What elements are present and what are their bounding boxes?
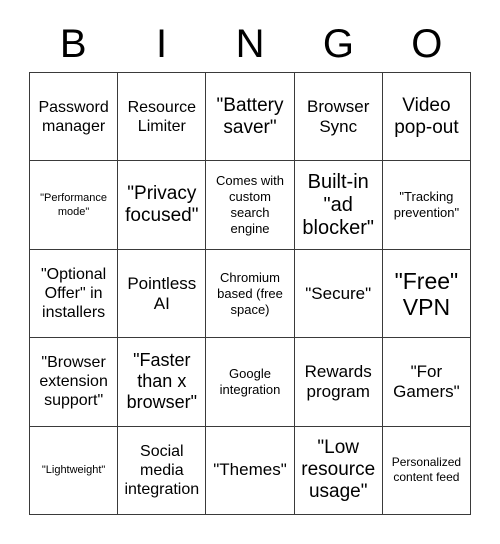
bingo-cell-text: "Performance mode" <box>40 192 108 219</box>
bingo-cell-text: Google integration <box>219 365 281 397</box>
bingo-cell[interactable]: Personalized content feed <box>382 426 472 516</box>
bingo-cell[interactable]: Password manager <box>30 73 119 162</box>
bingo-grid: Password manager Resource Limiter "Batte… <box>29 72 472 516</box>
bingo-cell[interactable]: "For Gamers" <box>382 338 472 427</box>
bingo-cell[interactable]: "Low resource usage" <box>294 426 383 516</box>
bingo-cell-text: "Tracking prevention" <box>393 189 460 221</box>
bingo-cell[interactable]: "Free" VPN <box>382 249 472 339</box>
bingo-cell[interactable]: "Themes" <box>206 426 295 516</box>
bingo-row: "Optional Offer" in installers Pointless… <box>30 249 472 339</box>
bingo-cell-text: Rewards program <box>304 361 372 401</box>
bingo-row: "Performance mode" "Privacy focused" Com… <box>30 161 472 250</box>
bingo-cell[interactable]: Comes with custom search engine <box>206 161 295 250</box>
bingo-cell-text: "Browser extension support" <box>39 354 108 410</box>
header-letter-text: B <box>59 22 87 66</box>
bingo-cell[interactable]: Chromium based (free space) <box>206 249 295 339</box>
header-letter-text: G <box>322 22 354 66</box>
header-letter-text: N <box>235 22 265 66</box>
bingo-cell-text: "Privacy focused" <box>125 183 199 227</box>
bingo-cell[interactable]: Rewards program <box>294 338 383 427</box>
bingo-cell-text: Browser Sync <box>307 96 370 136</box>
bingo-cell-text: Social media integration <box>124 442 200 498</box>
bingo-cell[interactable]: Pointless AI <box>118 249 207 339</box>
header-letter-text: I <box>156 22 168 66</box>
bingo-row: "Lightweight" Social media integration "… <box>30 426 472 516</box>
bingo-cell-text: "Lightweight" <box>41 464 106 477</box>
bingo-cell-text: Password manager <box>38 98 109 135</box>
bingo-cell[interactable]: "Performance mode" <box>30 161 119 250</box>
bingo-card: B I N G O Password manager Resource Limi… <box>0 0 500 544</box>
bingo-header-letter-n: N <box>206 16 294 72</box>
bingo-cell-text: Pointless AI <box>127 273 197 313</box>
bingo-cell[interactable]: "Lightweight" <box>30 426 119 516</box>
bingo-cell[interactable]: "Browser extension support" <box>30 338 119 427</box>
bingo-cell-text: "Secure" <box>305 283 372 303</box>
bingo-header-letter-g: G <box>294 16 382 72</box>
bingo-cell[interactable]: Google integration <box>206 338 295 427</box>
bingo-cell-text: Video pop-out <box>394 94 459 138</box>
bingo-cell-text: "Free" VPN <box>394 267 459 320</box>
bingo-cell-text: "Faster than x browser" <box>126 350 198 413</box>
bingo-cell[interactable]: "Privacy focused" <box>118 161 207 250</box>
bingo-cell-text: Personalized content feed <box>391 455 462 485</box>
bingo-header-letter-o: O <box>383 16 471 72</box>
bingo-cell[interactable]: "Tracking prevention" <box>382 161 472 250</box>
bingo-cell-text: "Themes" <box>213 460 287 480</box>
bingo-row: "Browser extension support" "Faster than… <box>30 338 472 427</box>
bingo-cell[interactable]: "Optional Offer" in installers <box>30 249 119 339</box>
bingo-cell[interactable]: "Faster than x browser" <box>118 338 207 427</box>
bingo-cell-text: "Optional Offer" in installers <box>40 266 107 322</box>
header-letter-text: O <box>411 22 443 66</box>
bingo-header-letter-i: I <box>117 16 205 72</box>
bingo-cell-text: Built-in "ad blocker" <box>302 170 374 239</box>
bingo-cell[interactable]: "Secure" <box>294 249 383 339</box>
bingo-cell[interactable]: Browser Sync <box>294 73 383 162</box>
bingo-cell[interactable]: Social media integration <box>118 426 207 516</box>
bingo-cell[interactable]: Built-in "ad blocker" <box>294 161 383 250</box>
bingo-header-row: B I N G O <box>29 16 471 72</box>
bingo-cell[interactable]: "Battery saver" <box>206 73 295 162</box>
bingo-cell-text: Resource Limiter <box>127 98 197 135</box>
bingo-cell[interactable]: Resource Limiter <box>118 73 207 162</box>
bingo-cell-text: "Low resource usage" <box>301 437 376 503</box>
bingo-cell-text: "For Gamers" <box>393 361 460 401</box>
bingo-cell-text: "Battery saver" <box>216 94 284 138</box>
bingo-cell-text: Comes with custom search engine <box>216 173 284 237</box>
bingo-row: Password manager Resource Limiter "Batte… <box>30 73 472 162</box>
bingo-header-letter-b: B <box>29 16 117 72</box>
bingo-cell[interactable]: Video pop-out <box>382 73 472 162</box>
bingo-cell-text: Chromium based (free space) <box>217 269 283 317</box>
